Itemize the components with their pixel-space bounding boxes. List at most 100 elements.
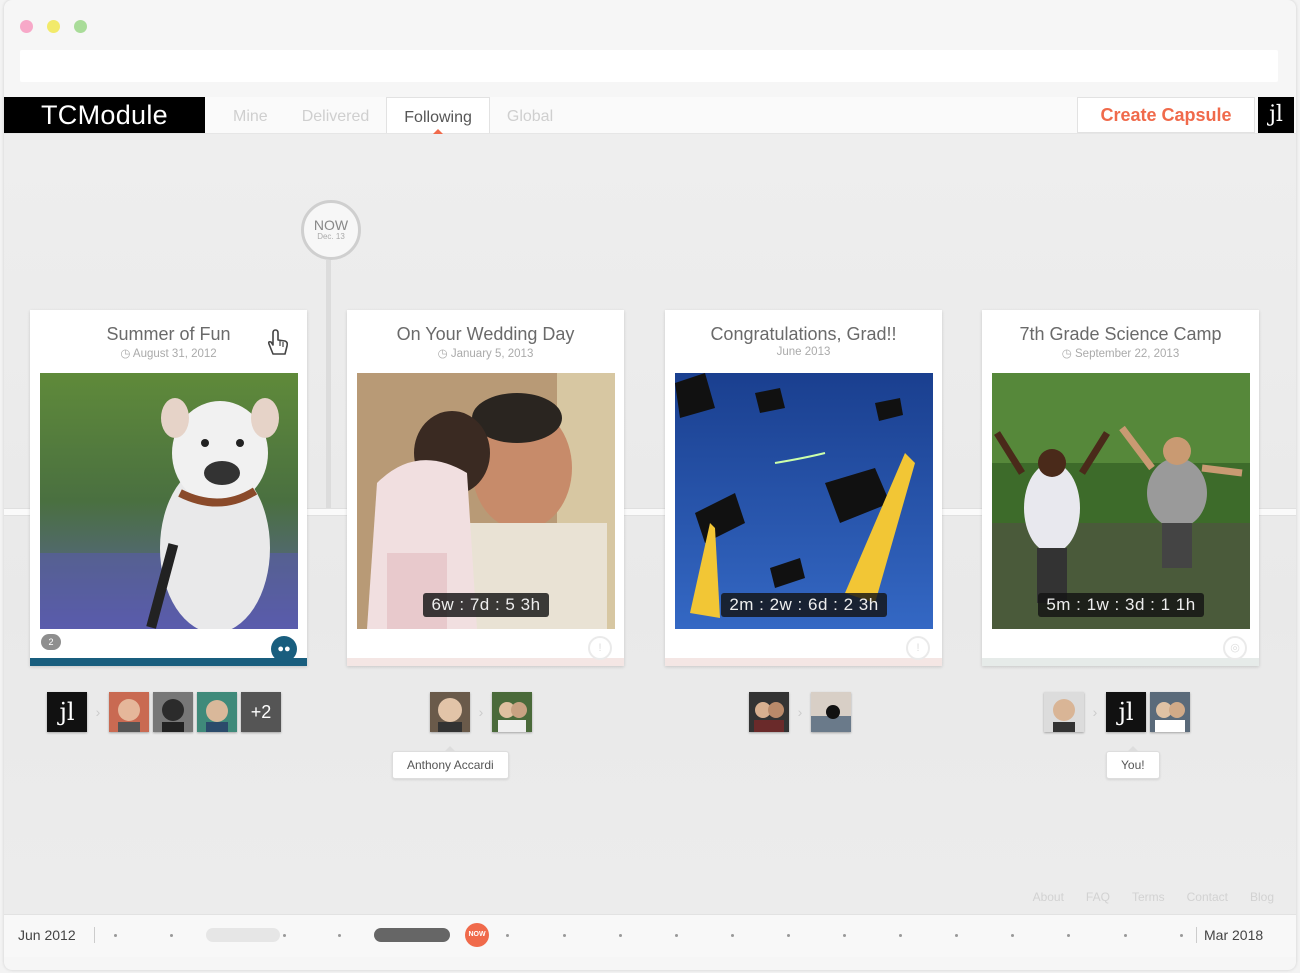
- window-controls: [20, 20, 87, 33]
- avatar-image: [109, 692, 149, 732]
- timeline-tick: [731, 934, 734, 937]
- now-label: NOW: [313, 217, 349, 233]
- timeline-tick: [619, 934, 622, 937]
- footer-link-contact[interactable]: Contact: [1187, 890, 1228, 904]
- timeline-tick: [675, 934, 678, 937]
- footer-link-about[interactable]: About: [1033, 890, 1064, 904]
- avatar-tooltip: You!: [1106, 746, 1160, 779]
- now-marker[interactable]: NOW Dec. 13: [301, 200, 361, 260]
- timeline-range-handle[interactable]: [374, 928, 450, 942]
- minimize-dot[interactable]: [47, 20, 60, 33]
- comment-count-badge[interactable]: 2: [41, 634, 61, 650]
- timeline-tick: [1067, 934, 1070, 937]
- capsule-photo[interactable]: 5m : 1w : 3d : 1 1h: [992, 373, 1250, 629]
- timeline-tick: [114, 934, 117, 937]
- timeline-stage: NOW Dec. 13 Summer of Fun ◷ August 31, 2…: [4, 134, 1296, 914]
- card-title: On Your Wedding Day: [396, 324, 575, 344]
- footer-link-faq[interactable]: FAQ: [1086, 890, 1110, 904]
- avatar[interactable]: [492, 692, 532, 732]
- capsule-card[interactable]: Summer of Fun ◷ August 31, 2012 2 ●●: [30, 310, 307, 666]
- avatar[interactable]: [1044, 692, 1084, 732]
- card-date-text: June 2013: [776, 346, 831, 358]
- arrow-right-icon: ›: [1092, 704, 1098, 720]
- card-status-bar: [982, 658, 1259, 666]
- avatar-image: [1150, 692, 1190, 732]
- maximize-dot[interactable]: [74, 20, 87, 33]
- capsule-photo[interactable]: 2m : 2w : 6d : 2 3h: [675, 373, 933, 629]
- timeline-divider: [94, 927, 95, 943]
- tab-mine[interactable]: Mine: [216, 97, 285, 133]
- card-date-text: September 22, 2013: [1075, 348, 1180, 360]
- more-avatars-button[interactable]: +2: [241, 692, 281, 732]
- avatar-image: [1044, 692, 1084, 732]
- timeline-tick: [955, 934, 958, 937]
- brand-logo[interactable]: TCModule: [4, 97, 205, 133]
- capsule-photo[interactable]: 6w : 7d : 5 3h: [357, 373, 615, 629]
- timeline-tick: [506, 934, 509, 937]
- timeline-tick: [1180, 934, 1183, 937]
- avatar[interactable]: [1150, 692, 1190, 732]
- timeline-tick: [787, 934, 790, 937]
- card-status-bar: [30, 658, 307, 666]
- people-row: ›: [430, 692, 536, 732]
- tab-global[interactable]: Global: [490, 97, 570, 133]
- timeline-tick: [283, 934, 286, 937]
- create-capsule-button[interactable]: Create Capsule: [1077, 97, 1255, 133]
- avatar[interactable]: [749, 692, 789, 732]
- timeline-divider: [1196, 927, 1197, 943]
- nav-tabs: Mine Delivered Following Global: [216, 97, 570, 134]
- capsule-card[interactable]: On Your Wedding Day ◷ January 5, 2013 6w…: [347, 310, 624, 666]
- timeline-tick: [170, 934, 173, 937]
- lock-icon: !: [906, 636, 930, 660]
- timeline-scrubber[interactable]: Jun 2012 NOW Mar 2018: [4, 914, 1296, 957]
- avatar-jl[interactable]: jl: [1106, 692, 1146, 732]
- lock-icon: !: [588, 636, 612, 660]
- globe-icon: ◎: [1223, 636, 1247, 660]
- avatar[interactable]: [430, 692, 470, 732]
- science-camp-photo: [992, 373, 1250, 629]
- hand-pointer-icon: [267, 329, 289, 355]
- card-date-text: August 31, 2012: [132, 348, 217, 360]
- card-date: June 2013: [665, 346, 942, 358]
- close-dot[interactable]: [20, 20, 33, 33]
- timeline-tick: [843, 934, 846, 937]
- card-status-bar: [347, 658, 624, 666]
- footer-links: About FAQ Terms Contact Blog: [1033, 890, 1274, 904]
- browser-window: TCModule Mine Delivered Following Global…: [4, 0, 1296, 970]
- avatar-tooltip: Anthony Accardi: [392, 746, 509, 779]
- footer-link-blog[interactable]: Blog: [1250, 890, 1274, 904]
- avatar-jl[interactable]: jl: [47, 692, 87, 732]
- timeline-tick: [338, 934, 341, 937]
- card-title: Congratulations, Grad!!: [710, 324, 897, 344]
- avatar-image: [749, 692, 789, 732]
- timeline-range-light[interactable]: [206, 928, 280, 942]
- capsule-photo[interactable]: [40, 373, 298, 629]
- countdown: 6w : 7d : 5 3h: [357, 593, 615, 617]
- now-date: Dec. 13: [317, 232, 345, 241]
- timeline-tick: [563, 934, 566, 937]
- avatar[interactable]: [811, 692, 851, 732]
- countdown: 2m : 2w : 6d : 2 3h: [675, 593, 933, 617]
- tab-delivered[interactable]: Delivered: [285, 97, 387, 133]
- address-bar[interactable]: [20, 50, 1278, 82]
- avatar-image: [153, 692, 193, 732]
- card-date-text: January 5, 2013: [450, 348, 534, 360]
- card-date: ◷ January 5, 2013: [437, 348, 534, 360]
- countdown-text: 5m : 1w : 3d : 1 1h: [1038, 593, 1204, 617]
- dog-photo: [40, 373, 298, 629]
- avatar-image: [492, 692, 532, 732]
- timeline-tick: [1011, 934, 1014, 937]
- tab-following[interactable]: Following: [386, 97, 490, 134]
- footer-link-terms[interactable]: Terms: [1132, 890, 1165, 904]
- capsule-card[interactable]: 7th Grade Science Camp ◷ September 22, 2…: [982, 310, 1259, 666]
- arrow-right-icon: ›: [797, 704, 803, 720]
- timeline-now-button[interactable]: NOW: [465, 923, 489, 947]
- avatar[interactable]: [153, 692, 193, 732]
- group-icon[interactable]: ●●: [271, 636, 297, 662]
- top-nav: TCModule Mine Delivered Following Global…: [4, 97, 1296, 134]
- jl-profile-button[interactable]: jl: [1258, 97, 1294, 133]
- avatar-image: [811, 692, 851, 732]
- avatar[interactable]: [109, 692, 149, 732]
- avatar[interactable]: [197, 692, 237, 732]
- capsule-card[interactable]: Congratulations, Grad!! June 2013 2m: 2…: [665, 310, 942, 666]
